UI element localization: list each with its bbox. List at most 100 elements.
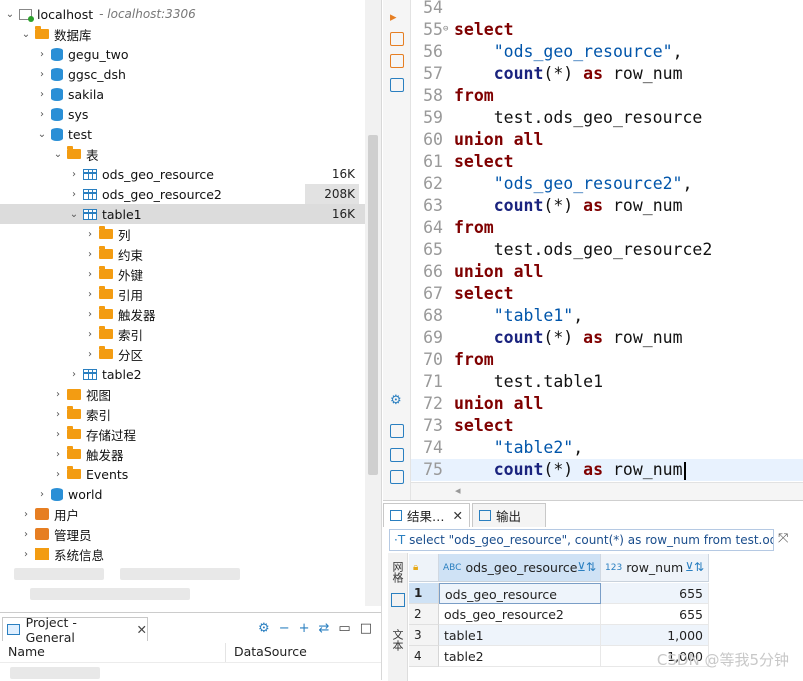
chevron-right-icon[interactable]: ›: [52, 464, 64, 484]
column-name[interactable]: Name: [0, 643, 226, 662]
expand-icon[interactable]: +: [299, 621, 310, 636]
settings-icon[interactable]: ⚙: [390, 393, 404, 407]
code-line[interactable]: 54: [411, 0, 803, 19]
query-filter-bar[interactable]: ⋅T select "ods_geo_resource", count(*) a…: [389, 529, 774, 551]
code-line[interactable]: 60union all: [411, 129, 803, 151]
minimize-icon[interactable]: ▭: [338, 621, 350, 636]
cell-row-num[interactable]: 655: [601, 604, 709, 625]
chevron-right-icon[interactable]: ›: [36, 44, 48, 64]
new-script-icon[interactable]: [390, 448, 404, 462]
chevron-right-icon[interactable]: ›: [20, 504, 32, 524]
cell-name[interactable]: table1: [439, 625, 601, 646]
chevron-right-icon[interactable]: ›: [36, 64, 48, 84]
row-number[interactable]: 2: [409, 604, 439, 625]
fold-icon[interactable]: ⊖: [443, 24, 448, 34]
code-line[interactable]: 56 "ods_geo_resource",: [411, 41, 803, 63]
tree-table1-child[interactable]: ›索引: [0, 324, 365, 344]
chevron-right-icon[interactable]: ›: [84, 264, 96, 284]
tree-db-sakila[interactable]: ›sakila: [0, 84, 365, 104]
chevron-right-icon[interactable]: ›: [36, 104, 48, 124]
execute-icon[interactable]: ▸: [390, 10, 404, 24]
editor-hscrollbar[interactable]: ◂: [411, 482, 803, 500]
tab-results[interactable]: 结果… ✕: [383, 503, 470, 527]
row-number[interactable]: 4: [409, 646, 439, 667]
gear-icon[interactable]: ⚙: [258, 621, 270, 636]
chevron-right-icon[interactable]: ›: [84, 304, 96, 324]
chevron-down-icon[interactable]: ⌄: [4, 4, 16, 24]
tree-table-ods_geo_resource2[interactable]: ›ods_geo_resource2208K: [0, 184, 365, 204]
cell-row-num[interactable]: 1,000: [601, 625, 709, 646]
tree-db-test[interactable]: ⌄test: [0, 124, 365, 144]
tree-db-sys[interactable]: ›sys: [0, 104, 365, 124]
code-line[interactable]: 55⊖select: [411, 19, 803, 41]
tree-top-0[interactable]: ›用户: [0, 504, 365, 524]
tree-test-child[interactable]: ›触发器: [0, 444, 365, 464]
tree-test-child[interactable]: ›Events: [0, 464, 365, 484]
chevron-right-icon[interactable]: ›: [84, 244, 96, 264]
chevron-right-icon[interactable]: ›: [68, 164, 80, 184]
row-number[interactable]: 3: [409, 625, 439, 646]
tree-table1-child[interactable]: ›引用: [0, 284, 365, 304]
column-datasource[interactable]: DataSource: [226, 643, 307, 662]
chevron-down-icon[interactable]: ⌄: [20, 24, 32, 44]
chevron-right-icon[interactable]: ›: [20, 524, 32, 544]
cell-row-num[interactable]: 655: [601, 583, 709, 604]
row-number[interactable]: 1: [409, 583, 439, 604]
tree-databases[interactable]: ⌄数据库: [0, 24, 365, 44]
code-line[interactable]: 66union all: [411, 261, 803, 283]
chevron-right-icon[interactable]: ›: [36, 84, 48, 104]
tree-table1-child[interactable]: ›约束: [0, 244, 365, 264]
code-line[interactable]: 57 count(*) as row_num: [411, 63, 803, 85]
tree-table-table1[interactable]: ⌄table116K: [0, 204, 365, 224]
code-line[interactable]: 71 test.table1: [411, 371, 803, 393]
scrollbar-thumb[interactable]: [368, 135, 378, 475]
chevron-right-icon[interactable]: ›: [84, 324, 96, 344]
variables-icon[interactable]: [390, 470, 404, 484]
chevron-down-icon[interactable]: ⌄: [68, 204, 80, 224]
tree-top-1[interactable]: ›管理员: [0, 524, 365, 544]
sort-filter-icon[interactable]: ⊻⇅: [685, 560, 704, 574]
tree-db-world[interactable]: ›world: [0, 484, 365, 504]
connection-localhost[interactable]: ⌄localhost- localhost:3306: [0, 4, 365, 24]
chevron-down-icon[interactable]: ⌄: [52, 144, 64, 164]
tree-table1-child[interactable]: ›触发器: [0, 304, 365, 324]
tree-table-table2[interactable]: ›table2: [0, 364, 365, 384]
table-row[interactable]: 2ods_geo_resource2655: [409, 604, 803, 625]
link-icon[interactable]: ⇄: [319, 621, 330, 636]
chevron-right-icon[interactable]: ›: [20, 544, 32, 564]
chevron-right-icon[interactable]: ›: [36, 484, 48, 504]
close-icon[interactable]: ✕: [453, 508, 463, 523]
code-line[interactable]: 73select: [411, 415, 803, 437]
code-line[interactable]: 58from: [411, 85, 803, 107]
code-line[interactable]: 75 count(*) as row_num: [411, 459, 803, 481]
code-line[interactable]: 69 count(*) as row_num: [411, 327, 803, 349]
explain-icon[interactable]: [390, 54, 404, 68]
close-icon[interactable]: ✕: [137, 622, 147, 637]
code-line[interactable]: 63 count(*) as row_num: [411, 195, 803, 217]
chevron-right-icon[interactable]: ›: [84, 284, 96, 304]
column-header-ods_geo_resource[interactable]: ABCods_geo_resource⊻⇅: [439, 554, 601, 582]
tab-output[interactable]: 输出: [472, 503, 546, 527]
scroll-left-icon[interactable]: ◂: [455, 484, 461, 497]
code-line[interactable]: 61select: [411, 151, 803, 173]
cell-name[interactable]: table2: [439, 646, 601, 667]
code-line[interactable]: 72union all: [411, 393, 803, 415]
chevron-right-icon[interactable]: ›: [68, 184, 80, 204]
table-row[interactable]: 3table11,000: [409, 625, 803, 646]
column-header-row_num[interactable]: 123row_num⊻⇅: [601, 554, 709, 582]
chevron-right-icon[interactable]: ›: [84, 224, 96, 244]
code-line[interactable]: 74 "table2",: [411, 437, 803, 459]
sql-editor[interactable]: 5455⊖select56 "ods_geo_resource",57 coun…: [411, 0, 803, 482]
code-line[interactable]: 67select: [411, 283, 803, 305]
tree-test-child[interactable]: ›索引: [0, 404, 365, 424]
code-line[interactable]: 59 test.ods_geo_resource: [411, 107, 803, 129]
tree-table1-child[interactable]: ›列: [0, 224, 365, 244]
tree-top-2[interactable]: ›系统信息: [0, 544, 365, 564]
sort-filter-icon[interactable]: ⊻⇅: [577, 560, 596, 574]
table-row[interactable]: 1ods_geo_resource655: [409, 583, 803, 604]
tree-test-child[interactable]: ›存储过程: [0, 424, 365, 444]
chevron-right-icon[interactable]: ›: [52, 384, 64, 404]
code-line[interactable]: 68 "table1",: [411, 305, 803, 327]
tree-table1-child[interactable]: ›分区: [0, 344, 365, 364]
chevron-right-icon[interactable]: ›: [84, 344, 96, 364]
